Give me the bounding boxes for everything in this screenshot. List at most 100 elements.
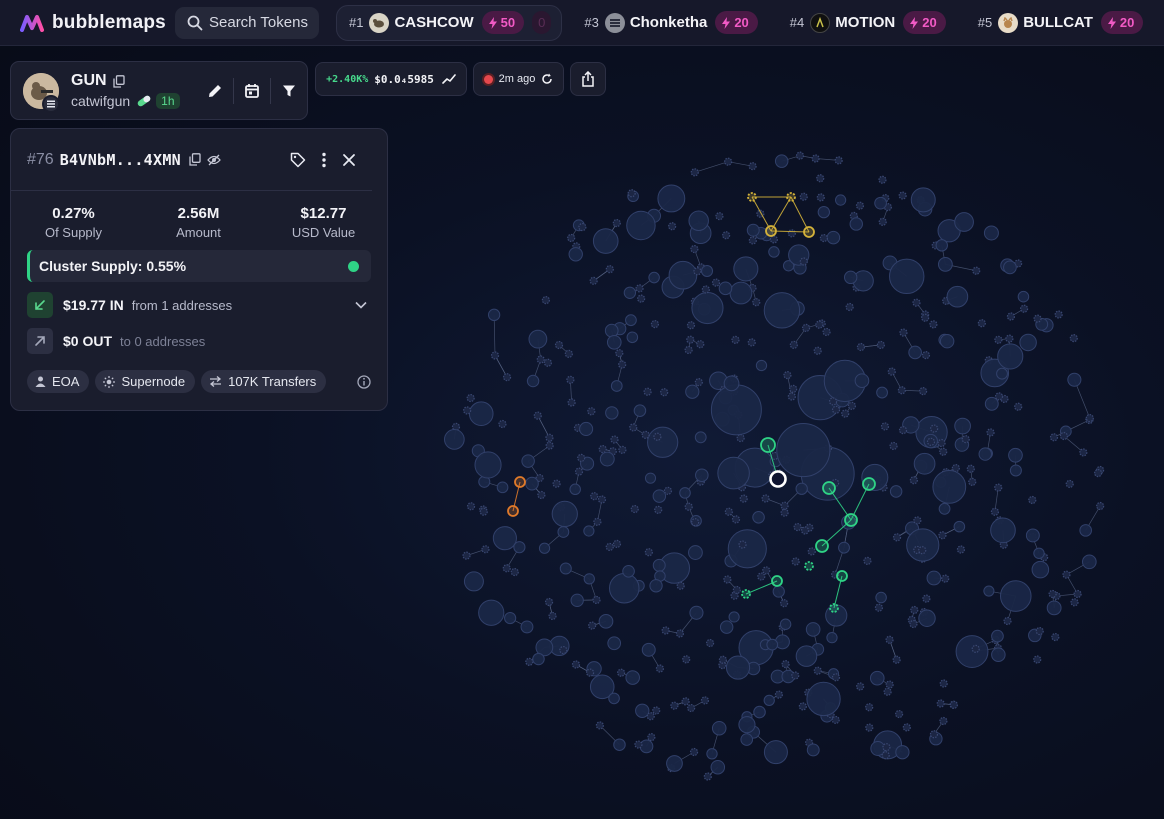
wallet-bubble-small[interactable] xyxy=(968,477,977,487)
wallet-bubble-small[interactable] xyxy=(1005,334,1014,343)
wallet-bubble-small[interactable] xyxy=(571,660,581,669)
wallet-bubble-small[interactable] xyxy=(618,445,627,454)
wallet-bubble-small[interactable] xyxy=(655,664,665,673)
wallet-bubble-small[interactable] xyxy=(939,447,948,456)
wallet-bubble[interactable] xyxy=(492,526,517,551)
wallet-bubble-small[interactable] xyxy=(738,540,747,549)
wallet-bubble-small[interactable] xyxy=(748,236,757,245)
wallet-bubble-small[interactable] xyxy=(552,479,561,488)
wallet-bubble[interactable] xyxy=(592,228,619,254)
wallet-bubble-small[interactable] xyxy=(856,342,866,352)
wallet-bubble-small[interactable] xyxy=(652,706,661,715)
wallet-bubble[interactable] xyxy=(608,692,620,705)
wallet-bubble-small[interactable] xyxy=(629,423,638,432)
wallet-bubble[interactable] xyxy=(644,472,657,484)
wallet-bubble-small[interactable] xyxy=(1020,304,1029,313)
wallet-bubble[interactable] xyxy=(626,210,656,241)
wallet-bubble-small[interactable] xyxy=(1093,468,1103,478)
wallet-bubble-small[interactable] xyxy=(732,585,741,595)
wallet-bubble-small[interactable] xyxy=(653,432,662,441)
wallet-bubble-small[interactable] xyxy=(936,699,945,708)
wallet-bubble[interactable] xyxy=(568,247,583,262)
wallet-bubble-small[interactable] xyxy=(675,629,685,638)
wallet-bubble-small[interactable] xyxy=(762,566,771,575)
wallet-bubble-small[interactable] xyxy=(863,556,872,566)
wallet-bubble-small[interactable] xyxy=(1006,312,1016,321)
wallet-bubble[interactable] xyxy=(487,308,501,322)
wallet-bubble-small[interactable] xyxy=(895,709,904,719)
wallet-bubble[interactable] xyxy=(752,511,765,524)
wallet-bubble[interactable] xyxy=(753,705,766,719)
wallet-bubble-small[interactable] xyxy=(748,162,757,171)
wallet-bubble[interactable] xyxy=(688,210,709,231)
wallet-bubble-small[interactable] xyxy=(800,526,810,535)
wallet-bubble[interactable] xyxy=(608,572,640,604)
wallet-bubble-small[interactable] xyxy=(463,406,472,415)
wallet-bubble-small[interactable] xyxy=(627,189,636,198)
wallet-bubble[interactable] xyxy=(679,487,691,499)
wallet-bubble[interactable] xyxy=(733,256,759,282)
wallet-bubble-small[interactable] xyxy=(466,393,475,403)
wallet-bubble[interactable] xyxy=(990,517,1016,544)
wallet-bubble[interactable] xyxy=(991,629,1004,643)
wallet-bubble-small[interactable] xyxy=(693,267,702,276)
wallet-bubble[interactable] xyxy=(740,733,754,746)
wallet-bubble-small[interactable] xyxy=(644,548,653,557)
wallet-bubble[interactable] xyxy=(763,292,801,329)
wallet-bubble-small[interactable] xyxy=(1033,655,1042,664)
wallet-bubble-small[interactable] xyxy=(545,441,554,450)
wallet-bubble-small[interactable] xyxy=(510,567,519,577)
wallet-bubble-small[interactable] xyxy=(831,673,841,682)
wallet-bubble-small[interactable] xyxy=(822,327,831,337)
wallet-bubble-small[interactable] xyxy=(761,494,770,503)
wallet-bubble-small[interactable] xyxy=(498,419,507,429)
wallet-bubble-small[interactable] xyxy=(878,175,887,184)
wallet-bubble[interactable] xyxy=(806,681,841,717)
wallet-bubble-small[interactable] xyxy=(819,233,828,243)
cluster-bubble-green[interactable] xyxy=(804,561,814,571)
wallet-bubble[interactable] xyxy=(953,520,966,533)
wallet-bubble[interactable] xyxy=(599,451,615,467)
wallet-bubble-small[interactable] xyxy=(994,335,1003,344)
wallet-bubble-small[interactable] xyxy=(845,302,854,312)
wallet-bubble-small[interactable] xyxy=(882,743,891,752)
wallet-bubble-small[interactable] xyxy=(466,502,476,511)
selected-wallet-bubble[interactable] xyxy=(769,470,787,488)
wallet-bubble-small[interactable] xyxy=(930,424,939,433)
wallet-bubble[interactable] xyxy=(954,212,974,232)
wallet-bubble-small[interactable] xyxy=(691,518,700,527)
wallet-bubble[interactable] xyxy=(926,570,942,586)
cluster-bubble-green[interactable] xyxy=(815,539,829,553)
wallet-bubble-small[interactable] xyxy=(605,265,614,274)
wallet-bubble-small[interactable] xyxy=(696,340,705,349)
wallet-bubble[interactable] xyxy=(725,655,751,680)
wallet-bubble-small[interactable] xyxy=(876,340,885,350)
wallet-bubble-small[interactable] xyxy=(731,335,740,345)
wallet-bubble-small[interactable] xyxy=(684,502,693,511)
wallet-bubble[interactable] xyxy=(1067,372,1082,387)
wallet-bubble[interactable] xyxy=(746,223,760,237)
wallet-bubble[interactable] xyxy=(1008,447,1023,463)
wallet-bubble-small[interactable] xyxy=(715,212,724,221)
wallet-bubble-small[interactable] xyxy=(949,700,959,709)
wallet-bubble-small[interactable] xyxy=(816,174,825,183)
wallet-bubble-small[interactable] xyxy=(977,319,986,328)
wallet-bubble-small[interactable] xyxy=(595,721,604,730)
wallet-bubble[interactable] xyxy=(997,343,1024,370)
wallet-bubble-small[interactable] xyxy=(590,492,599,501)
wallet-bubble-small[interactable] xyxy=(1035,626,1044,636)
wallet-bubble[interactable] xyxy=(729,281,753,305)
wallet-bubble-small[interactable] xyxy=(587,407,596,416)
wallet-bubble-small[interactable] xyxy=(990,507,1000,516)
wallet-bubble[interactable] xyxy=(689,605,704,620)
wallet-bubble-small[interactable] xyxy=(909,476,918,485)
wallet-bubble[interactable] xyxy=(639,739,654,754)
wallet-bubble[interactable] xyxy=(983,585,995,597)
wallet-bubble-small[interactable] xyxy=(641,430,650,439)
wallet-bubble-small[interactable] xyxy=(723,575,732,584)
wallet-bubble-small[interactable] xyxy=(883,687,892,696)
wallet-bubble[interactable] xyxy=(613,738,626,751)
wallet-bubble[interactable] xyxy=(478,599,505,626)
wallet-bubble-small[interactable] xyxy=(902,723,911,732)
wallet-bubble-small[interactable] xyxy=(816,193,825,202)
